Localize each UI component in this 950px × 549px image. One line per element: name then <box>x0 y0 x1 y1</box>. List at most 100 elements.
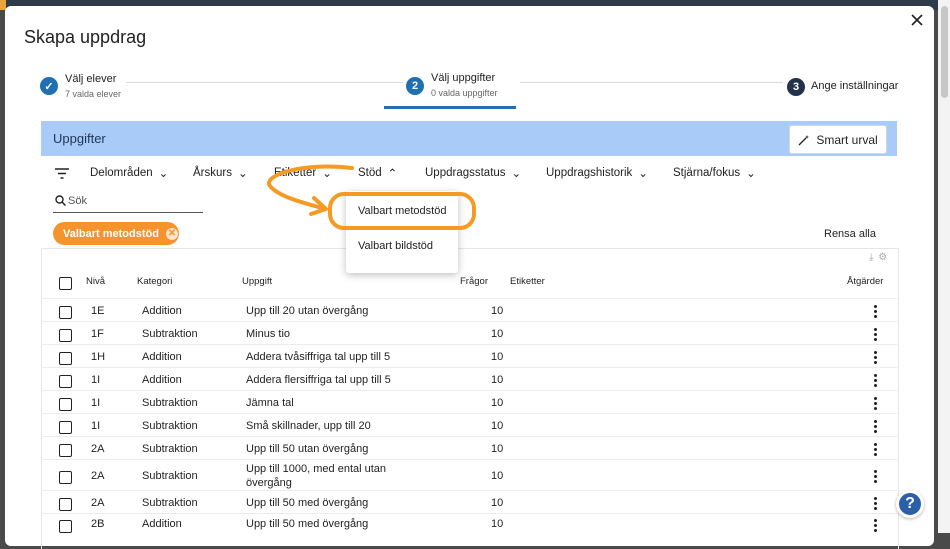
header-task[interactable]: Uppgift <box>242 276 272 287</box>
filter-icon[interactable] <box>55 168 69 179</box>
table-row[interactable]: 2A Subtraktion Upp till 50 utan övergång… <box>41 436 897 460</box>
cell-level: 2A <box>91 470 105 482</box>
cell-level: 2A <box>91 443 105 455</box>
row-actions-kebab-icon[interactable] <box>874 443 878 458</box>
chevron-down-icon: ⌄ <box>511 168 522 180</box>
chevron-down-icon: ⌄ <box>638 168 648 180</box>
table-row[interactable]: 1E Addition Upp till 20 utan övergång 10 <box>41 298 897 322</box>
step-sublabel: 0 valda uppgifter <box>431 88 498 98</box>
cell-category: Subtraktion <box>142 443 198 455</box>
cell-questions: 10 <box>491 470 504 482</box>
filter-label: Stjärna/fokus <box>673 167 741 179</box>
table-tools: ⤓ ⚙ <box>869 252 887 263</box>
filter-label: Stöd <box>358 167 382 179</box>
cell-task: Upp till 50 med övergång <box>246 518 369 530</box>
row-checkbox[interactable] <box>59 375 72 388</box>
filter-arskurs[interactable]: Årskurs ⌄ <box>193 166 248 180</box>
filter-uppdragshistorik[interactable]: Uppdragshistorik ⌄ <box>546 166 648 180</box>
cell-questions: 10 <box>491 518 504 530</box>
cell-level: 1E <box>91 305 105 317</box>
table-row[interactable]: 1I Addition Addera flersiffriga tal upp … <box>41 367 897 391</box>
menu-item-valbart-metodstod[interactable]: Valbart metodstöd <box>358 205 446 217</box>
close-icon[interactable] <box>909 12 925 28</box>
filter-stjarna-fokus[interactable]: Stjärna/fokus ⌄ <box>673 166 756 180</box>
cell-questions: 10 <box>491 328 504 340</box>
filter-etiketter[interactable]: Etiketter ⌄ <box>274 166 332 180</box>
menu-item-valbart-bildstod[interactable]: Valbart bildstöd <box>358 240 433 252</box>
row-actions-kebab-icon[interactable] <box>874 374 878 389</box>
header-category[interactable]: Kategori <box>137 276 172 287</box>
clear-all-link[interactable]: Rensa alla <box>824 228 876 240</box>
cell-task: Upp till 1000, med ental utan <box>246 463 387 475</box>
row-checkbox[interactable] <box>59 471 72 484</box>
chevron-down-icon: ⌄ <box>322 168 332 180</box>
cell-questions: 10 <box>491 397 504 409</box>
header-actions: Åtgärder <box>847 276 884 287</box>
row-actions-kebab-icon[interactable] <box>874 497 878 512</box>
row-actions-kebab-icon[interactable] <box>874 420 878 435</box>
filter-label: Uppdragsstatus <box>425 167 506 179</box>
filter-delomraden[interactable]: Delområden ⌄ <box>90 166 168 180</box>
page-scrollbar[interactable] <box>938 0 950 533</box>
select-all-checkbox[interactable] <box>59 277 72 290</box>
active-filter-chip[interactable]: Valbart metodstöd ✕ <box>53 222 179 245</box>
cell-level: 1I <box>91 374 101 386</box>
dialog-title: Skapa uppdrag <box>24 27 147 47</box>
chevron-down-icon: ⌄ <box>746 168 756 180</box>
header-questions[interactable]: Frågor <box>460 276 488 287</box>
row-checkbox[interactable] <box>59 444 72 457</box>
row-actions-kebab-icon[interactable] <box>874 397 878 412</box>
panel-title: Uppgifter <box>53 131 106 146</box>
table-row[interactable]: 2A Subtraktion Upp till 50 med övergång … <box>41 490 897 514</box>
header-tags[interactable]: Etiketter <box>510 276 545 287</box>
cell-questions: 10 <box>491 420 504 432</box>
row-actions-kebab-icon[interactable] <box>874 470 878 485</box>
table-row[interactable]: 1H Addition Addera tvåsiffriga tal upp t… <box>41 344 897 368</box>
cell-category: Subtraktion <box>142 497 198 509</box>
table-row[interactable]: 1F Subtraktion Minus tio 10 <box>41 321 897 345</box>
header-level[interactable]: Nivå <box>86 276 105 287</box>
table-row[interactable]: 2B Addition Upp till 50 med övergång 10 <box>41 513 897 534</box>
table-row[interactable]: 1I Subtraktion Små skillnader, upp till … <box>41 413 897 437</box>
row-checkbox[interactable] <box>59 306 72 319</box>
row-checkbox[interactable] <box>59 352 72 365</box>
row-checkbox[interactable] <box>59 498 72 511</box>
cell-category: Subtraktion <box>142 328 198 340</box>
cell-category: Addition <box>142 518 182 530</box>
step-label: Välj elever <box>65 73 117 85</box>
row-checkbox[interactable] <box>59 329 72 342</box>
table-row[interactable]: 2A Subtraktion Upp till 1000, med ental … <box>41 459 897 491</box>
row-actions-kebab-icon[interactable] <box>874 328 878 343</box>
table-row[interactable]: 1I Subtraktion Jämna tal 10 <box>41 390 897 414</box>
search-field[interactable]: Sök <box>53 191 203 213</box>
table-header: Nivå Kategori Uppgift Frågor Etiketter Å… <box>41 272 897 298</box>
chevron-down-icon: ⌄ <box>158 168 169 180</box>
row-checkbox[interactable] <box>59 520 72 533</box>
smart-selection-button[interactable]: Smart urval <box>789 125 887 154</box>
filter-stod[interactable]: Stöd ⌃ <box>358 166 397 180</box>
filter-uppdragsstatus[interactable]: Uppdragsstatus ⌄ <box>425 166 521 180</box>
step-number-badge: 2 <box>406 77 424 95</box>
row-checkbox[interactable] <box>59 421 72 434</box>
filter-label: Årskurs <box>193 167 232 179</box>
filter-label: Uppdragshistorik <box>546 167 633 179</box>
filter-bar: Delområden ⌄ Årskurs ⌄ Etiketter ⌄ Stöd ⌃ Up… <box>41 158 897 188</box>
filter-label: Etiketter <box>274 167 317 179</box>
cell-category: Addition <box>142 305 182 317</box>
filter-label: Delområden <box>90 167 153 179</box>
check-icon: ✓ <box>40 77 58 95</box>
cell-task: Addera flersiffriga tal upp till 5 <box>246 374 391 386</box>
search-icon <box>55 195 66 206</box>
row-actions-kebab-icon[interactable] <box>874 305 878 320</box>
row-actions-kebab-icon[interactable] <box>874 351 878 366</box>
search-input[interactable]: Sök <box>68 195 87 207</box>
settings-gear-icon[interactable]: ⚙ <box>878 252 887 263</box>
row-checkbox[interactable] <box>59 398 72 411</box>
magic-wand-icon <box>798 134 810 145</box>
remove-chip-icon[interactable]: ✕ <box>165 227 178 240</box>
download-icon[interactable]: ⤓ <box>869 252 873 263</box>
help-button[interactable]: ? <box>896 490 924 518</box>
row-actions-kebab-icon[interactable] <box>874 519 878 534</box>
scrollbar-thumb[interactable] <box>941 6 948 98</box>
chevron-down-icon: ⌄ <box>237 168 248 180</box>
